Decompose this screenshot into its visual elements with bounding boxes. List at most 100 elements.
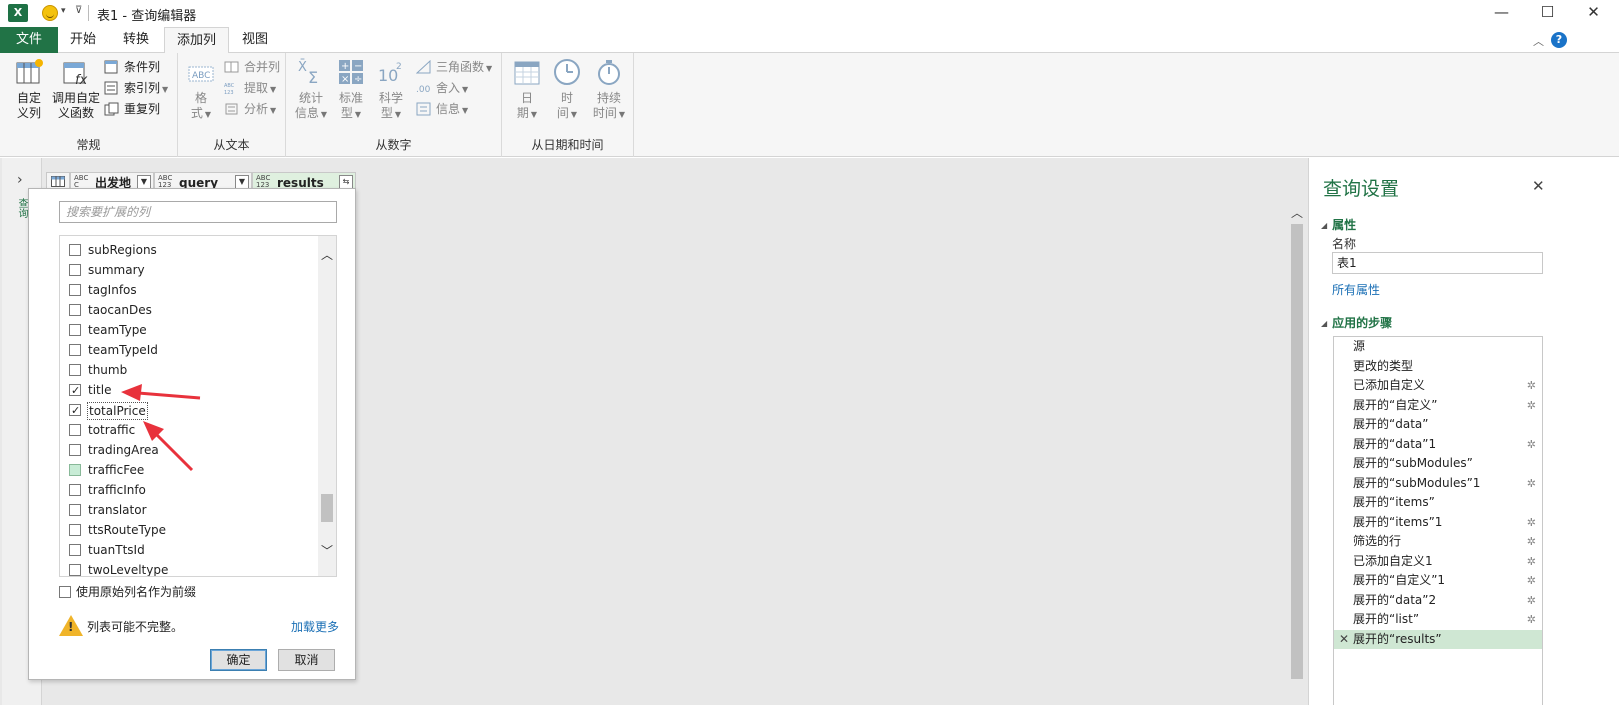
- quick-access-customize-icon[interactable]: ⊽: [75, 5, 82, 16]
- applied-step[interactable]: 展开的“items”: [1334, 493, 1542, 512]
- applied-step[interactable]: 展开的“items”1 ✲: [1334, 513, 1542, 532]
- step-settings-gear-icon[interactable]: ✲: [1527, 552, 1536, 571]
- filter-dropdown-icon[interactable]: ▼: [137, 175, 151, 189]
- applied-step[interactable]: 展开的“data”1 ✲: [1334, 435, 1542, 454]
- smiley-feedback-icon[interactable]: [42, 5, 58, 21]
- index-column-button[interactable]: 索引列 ▼: [104, 78, 168, 98]
- list-item[interactable]: totraffic: [60, 421, 318, 440]
- column-checkbox[interactable]: [69, 304, 81, 316]
- column-checkbox[interactable]: [69, 524, 81, 536]
- feedback-dropdown-icon[interactable]: ▾: [61, 6, 66, 16]
- invoke-custom-function-button[interactable]: fx 调用自定 义函数: [50, 57, 102, 121]
- date-button[interactable]: 日 期 ▼: [510, 57, 544, 122]
- conditional-column-button[interactable]: 条件列: [104, 57, 160, 77]
- applied-step[interactable]: 展开的“data”: [1334, 415, 1542, 434]
- list-item[interactable]: title: [60, 381, 318, 400]
- grid-vertical-scrollbar[interactable]: ︿: [1290, 202, 1304, 705]
- applied-step[interactable]: 展开的“自定义” ✲: [1334, 396, 1542, 415]
- list-item[interactable]: summary: [60, 261, 318, 280]
- scroll-up-icon[interactable]: ︿: [318, 246, 336, 263]
- query-name-field[interactable]: 表1: [1332, 252, 1543, 274]
- column-checkbox[interactable]: [69, 444, 81, 456]
- tab-add-column[interactable]: 添加列: [164, 27, 230, 54]
- list-item[interactable]: tuanTtsId: [60, 541, 318, 560]
- column-type-icon[interactable]: ABC C: [74, 175, 88, 189]
- rounding-button[interactable]: .00 舍入 ▼: [416, 78, 468, 98]
- list-item[interactable]: twoLeveltype: [60, 561, 318, 576]
- information-button[interactable]: 信息 ▼: [416, 99, 468, 119]
- all-properties-link[interactable]: 所有属性: [1332, 281, 1380, 298]
- list-item[interactable]: teamTypeId: [60, 341, 318, 360]
- use-prefix-checkbox[interactable]: [59, 586, 71, 598]
- column-type-icon[interactable]: ABC 123: [158, 175, 172, 189]
- applied-step[interactable]: 已添加自定义1 ✲: [1334, 552, 1542, 571]
- step-settings-gear-icon[interactable]: ✲: [1527, 532, 1536, 551]
- filter-dropdown-icon[interactable]: ▼: [235, 175, 249, 189]
- trigonometry-button[interactable]: 三角函数 ▼: [416, 57, 492, 77]
- list-item[interactable]: subRegions: [60, 241, 318, 260]
- collapse-ribbon-icon[interactable]: ︿: [1533, 33, 1544, 49]
- step-settings-gear-icon[interactable]: ✲: [1527, 591, 1536, 610]
- close-settings-icon[interactable]: ✕: [1532, 177, 1545, 195]
- column-checkbox[interactable]: [69, 244, 81, 256]
- list-item[interactable]: thumb: [60, 361, 318, 380]
- scroll-down-icon[interactable]: ﹀: [318, 542, 336, 559]
- time-button[interactable]: 时 间 ▼: [550, 57, 584, 122]
- help-icon[interactable]: ?: [1551, 32, 1567, 48]
- tab-view[interactable]: 视图: [230, 27, 280, 53]
- list-item[interactable]: teamType: [60, 321, 318, 340]
- list-item[interactable]: tradingArea: [60, 441, 318, 460]
- scrollbar-thumb[interactable]: [321, 494, 333, 522]
- step-settings-gear-icon[interactable]: ✲: [1527, 610, 1536, 629]
- list-item[interactable]: totalPrice: [60, 401, 318, 420]
- step-settings-gear-icon[interactable]: ✲: [1527, 571, 1536, 590]
- list-item[interactable]: trafficInfo: [60, 481, 318, 500]
- search-columns-input[interactable]: 搜索要扩展的列: [59, 201, 337, 223]
- properties-header[interactable]: 属性: [1321, 216, 1356, 233]
- column-checkbox[interactable]: [69, 344, 81, 356]
- column-checkbox[interactable]: [69, 381, 81, 400]
- step-settings-gear-icon[interactable]: ✲: [1527, 513, 1536, 532]
- column-checkbox[interactable]: [69, 284, 81, 296]
- merge-columns-button[interactable]: 合并列: [224, 57, 280, 77]
- expand-queries-chevron-icon[interactable]: ›: [17, 172, 23, 188]
- applied-step[interactable]: 源: [1334, 337, 1542, 356]
- list-item[interactable]: tagInfos: [60, 281, 318, 300]
- column-checkbox[interactable]: [69, 484, 81, 496]
- extract-button[interactable]: ABC 123 提取 ▼: [224, 78, 276, 98]
- maximize-button[interactable]: ☐: [1525, 0, 1570, 26]
- list-item[interactable]: translator: [60, 501, 318, 520]
- custom-column-button[interactable]: 自定 义列: [10, 57, 48, 121]
- applied-step[interactable]: 展开的“list” ✲: [1334, 610, 1542, 629]
- load-more-link[interactable]: 加载更多: [291, 618, 339, 635]
- applied-step[interactable]: 已添加自定义 ✲: [1334, 376, 1542, 395]
- column-type-icon[interactable]: ABC 123: [256, 175, 270, 189]
- minimize-button[interactable]: —: [1479, 0, 1524, 26]
- step-settings-gear-icon[interactable]: ✲: [1527, 435, 1536, 454]
- expand-column-icon[interactable]: ⇆: [339, 175, 353, 189]
- column-checkbox[interactable]: [69, 544, 81, 556]
- column-checkbox[interactable]: [69, 424, 81, 436]
- applied-step[interactable]: 展开的“subModules”: [1334, 454, 1542, 473]
- cancel-button[interactable]: 取消: [278, 649, 335, 671]
- column-checkbox[interactable]: [69, 401, 81, 420]
- applied-step[interactable]: 展开的“subModules”1 ✲: [1334, 474, 1542, 493]
- column-checkbox[interactable]: [69, 324, 81, 336]
- applied-step[interactable]: 筛选的行 ✲: [1334, 532, 1542, 551]
- tab-file[interactable]: 文件: [0, 27, 58, 53]
- applied-steps-header[interactable]: 应用的步骤: [1321, 314, 1392, 331]
- duplicate-column-button[interactable]: 重复列: [104, 99, 160, 119]
- close-button[interactable]: ✕: [1571, 0, 1616, 26]
- tab-home[interactable]: 开始: [58, 27, 108, 53]
- standard-button[interactable]: + − × ÷ 标准 型 ▼: [334, 57, 368, 122]
- list-item[interactable]: taocanDes: [60, 301, 318, 320]
- ok-button[interactable]: 确定: [210, 649, 267, 671]
- column-checkbox[interactable]: [69, 564, 81, 576]
- column-checkbox[interactable]: [69, 264, 81, 276]
- duration-button[interactable]: 持续 时间 ▼: [590, 57, 628, 122]
- list-scrollbar[interactable]: ︿ ﹀: [318, 236, 336, 576]
- format-button[interactable]: ABC 格 式 ▼: [184, 57, 218, 122]
- scrollbar-thumb[interactable]: [1291, 224, 1303, 679]
- step-settings-gear-icon[interactable]: ✲: [1527, 396, 1536, 415]
- tab-transform[interactable]: 转换: [111, 27, 161, 53]
